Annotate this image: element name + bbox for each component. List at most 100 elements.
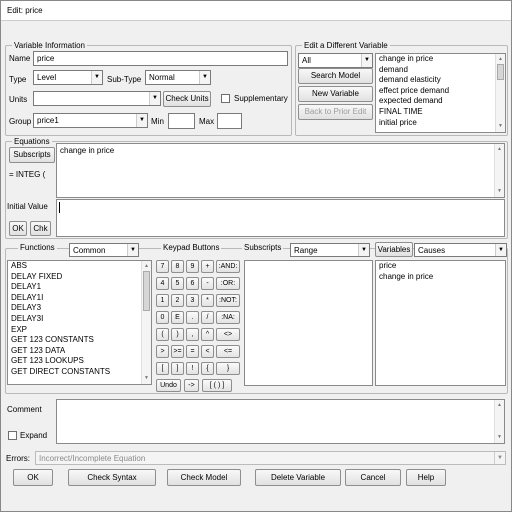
list-item[interactable]: GET 123 LOOKUPS xyxy=(8,356,151,367)
list-item[interactable]: FINAL TIME xyxy=(376,107,505,118)
keypad-key[interactable]: / xyxy=(201,311,214,324)
list-item[interactable]: EXP xyxy=(8,325,151,336)
keypad-key[interactable]: , xyxy=(186,328,199,341)
scroll-up-icon[interactable]: ▲ xyxy=(495,145,504,154)
check-model-button[interactable]: Check Model xyxy=(167,469,241,486)
variable-list-scrollbar[interactable]: ▲ ▼ xyxy=(495,54,505,132)
keypad-key[interactable]: ! xyxy=(186,362,199,375)
list-item[interactable]: change in price xyxy=(376,272,505,283)
scroll-thumb[interactable] xyxy=(143,271,150,311)
keypad-key[interactable]: { xyxy=(201,362,214,375)
list-item[interactable]: effect price demand xyxy=(376,86,505,97)
keypad-key[interactable]: :OR: xyxy=(216,277,240,290)
type-select[interactable]: Level ▼ xyxy=(33,70,103,85)
keypad-key[interactable]: - xyxy=(201,277,214,290)
keypad-key[interactable]: Undo xyxy=(156,379,181,392)
new-variable-button[interactable]: New Variable xyxy=(298,86,373,102)
list-item[interactable]: demand xyxy=(376,65,505,76)
scroll-down-icon[interactable]: ▼ xyxy=(496,122,505,131)
max-field[interactable] xyxy=(217,113,242,129)
scroll-down-icon[interactable]: ▼ xyxy=(142,374,151,383)
keypad-key[interactable]: -> xyxy=(184,379,199,392)
back-to-prior-edit-button[interactable]: Back to Prior Edit xyxy=(298,104,373,120)
errors-select[interactable]: Incorrect/Incomplete Equation ▼ xyxy=(35,451,506,465)
variables-button[interactable]: Variables xyxy=(375,242,413,257)
ok-button[interactable]: OK xyxy=(13,469,53,486)
keypad-key[interactable]: :AND: xyxy=(216,260,240,273)
equation-scrollbar[interactable]: ▲ ▼ xyxy=(494,144,504,197)
scroll-down-icon[interactable]: ▼ xyxy=(495,187,504,196)
search-model-button[interactable]: Search Model xyxy=(298,68,373,84)
list-item[interactable]: initial price xyxy=(376,118,505,129)
check-units-button[interactable]: Check Units xyxy=(163,91,211,107)
help-button[interactable]: Help xyxy=(406,469,446,486)
keypad-key[interactable]: [ ( ) ] xyxy=(202,379,232,392)
keypad-key[interactable]: ] xyxy=(171,362,184,375)
min-field[interactable] xyxy=(168,113,195,129)
cancel-button[interactable]: Cancel xyxy=(345,469,401,486)
keypad-key[interactable]: 0 xyxy=(156,311,169,324)
variables-filter-select[interactable]: Causes ▼ xyxy=(414,243,507,257)
list-item[interactable]: ABS xyxy=(8,261,151,272)
subtype-select[interactable]: Normal ▼ xyxy=(145,70,211,85)
scroll-up-icon[interactable]: ▲ xyxy=(496,55,505,64)
list-item[interactable]: expected demand xyxy=(376,96,505,107)
keypad-key[interactable]: E xyxy=(171,311,184,324)
keypad-key[interactable]: = xyxy=(186,345,199,358)
keypad-key[interactable]: . xyxy=(186,311,199,324)
functions-scrollbar[interactable]: ▲ ▼ xyxy=(141,261,151,384)
keypad-key[interactable]: < xyxy=(201,345,214,358)
group-select[interactable]: price1 ▼ xyxy=(33,113,148,128)
list-item[interactable]: DELAY1I xyxy=(8,293,151,304)
subscripts-filter-select[interactable]: Range ▼ xyxy=(290,243,370,257)
list-item[interactable]: change in price xyxy=(376,54,505,65)
variables-causes-list[interactable]: price change in price xyxy=(375,260,506,386)
keypad-key[interactable]: [ xyxy=(156,362,169,375)
keypad-key[interactable]: 2 xyxy=(171,294,184,307)
keypad-key[interactable]: >= xyxy=(171,345,184,358)
variable-list[interactable]: change in price demand demand elasticity… xyxy=(375,53,506,133)
list-item[interactable]: GET 123 DATA xyxy=(8,346,151,357)
initial-value-field[interactable] xyxy=(56,199,505,237)
subscripts-button[interactable]: Subscripts xyxy=(9,147,55,163)
list-item[interactable]: DELAY FIXED xyxy=(8,272,151,283)
comment-scrollbar[interactable]: ▲ ▼ xyxy=(494,400,504,443)
supplementary-checkbox[interactable] xyxy=(221,94,230,103)
keypad-key[interactable]: ( xyxy=(156,328,169,341)
list-item[interactable]: GET DIRECT CONSTANTS xyxy=(8,367,151,378)
delete-variable-button[interactable]: Delete Variable xyxy=(255,469,341,486)
list-item[interactable]: DELAY3 xyxy=(8,303,151,314)
functions-list[interactable]: ABS DELAY FIXED DELAY1 DELAY1I DELAY3 DE… xyxy=(7,260,152,385)
keypad-key[interactable]: 8 xyxy=(171,260,184,273)
keypad-key[interactable]: 7 xyxy=(156,260,169,273)
scroll-thumb[interactable] xyxy=(497,64,504,80)
keypad-key[interactable]: 9 xyxy=(186,260,199,273)
keypad-key[interactable]: + xyxy=(201,260,214,273)
keypad-key[interactable]: ) xyxy=(171,328,184,341)
expand-checkbox[interactable] xyxy=(8,431,17,440)
keypad-key[interactable]: 5 xyxy=(171,277,184,290)
subscripts-list[interactable] xyxy=(244,260,373,386)
check-syntax-button[interactable]: Check Syntax xyxy=(68,469,156,486)
keypad-key[interactable]: 1 xyxy=(156,294,169,307)
equation-editor[interactable]: change in price ▲ ▼ xyxy=(56,143,505,198)
list-item[interactable]: price xyxy=(376,261,505,272)
keypad-key[interactable]: :NOT: xyxy=(216,294,240,307)
keypad-key[interactable]: > xyxy=(156,345,169,358)
keypad-key[interactable]: 4 xyxy=(156,277,169,290)
keypad-key[interactable]: 6 xyxy=(186,277,199,290)
chk-button[interactable]: Chk xyxy=(30,221,51,236)
keypad-key[interactable]: :NA: xyxy=(216,311,240,324)
scroll-up-icon[interactable]: ▲ xyxy=(142,262,151,271)
keypad-key[interactable]: <> xyxy=(216,328,240,341)
keypad-key[interactable]: * xyxy=(201,294,214,307)
keypad-key[interactable]: } xyxy=(216,362,240,375)
keypad-key[interactable]: ^ xyxy=(201,328,214,341)
keypad-key[interactable]: <= xyxy=(216,345,240,358)
list-item[interactable]: GET 123 CONSTANTS xyxy=(8,335,151,346)
ok-equation-button[interactable]: OK xyxy=(9,221,27,236)
keypad-key[interactable]: 3 xyxy=(186,294,199,307)
list-item[interactable]: DELAY3I xyxy=(8,314,151,325)
functions-category-select[interactable]: Common ▼ xyxy=(69,243,139,257)
comment-field[interactable]: ▲ ▼ xyxy=(56,399,505,444)
